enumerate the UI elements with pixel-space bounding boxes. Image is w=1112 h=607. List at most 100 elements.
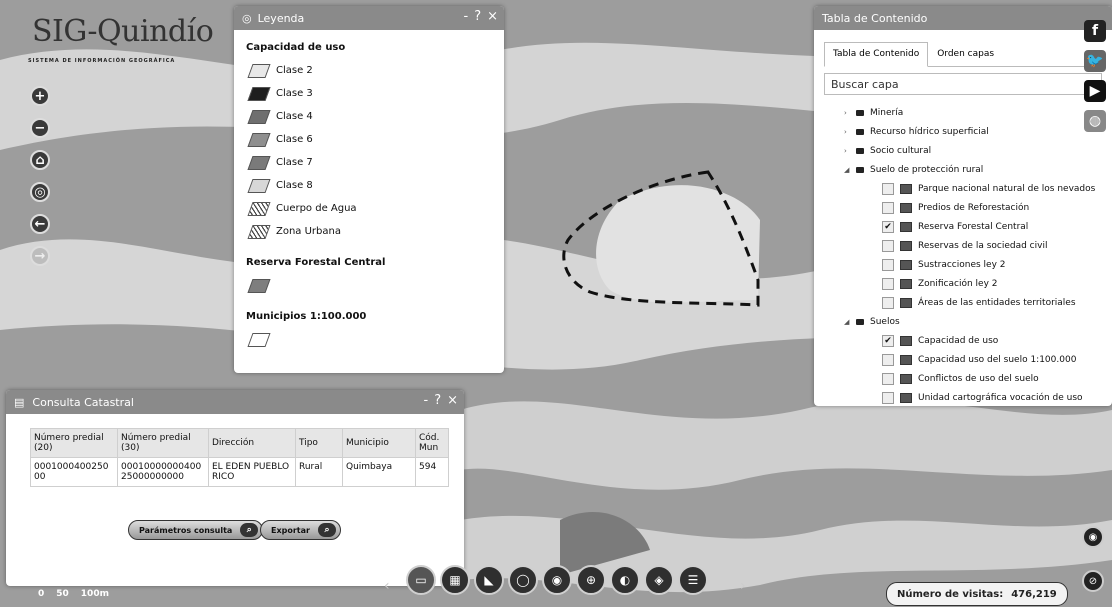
toc-layer[interactable]: Reservas de la sociedad civil (844, 236, 1112, 255)
expand-right-icon[interactable]: › (844, 109, 856, 117)
table-row[interactable]: 000100040025000 0001000000040025000000000… (30, 457, 449, 487)
zoom-in-button[interactable]: + (30, 86, 50, 106)
draw-tool-button[interactable]: ◯ (508, 565, 538, 595)
globe-button[interactable]: ◉ (1082, 526, 1104, 548)
visits-value: 476,219 (1011, 588, 1057, 600)
back-button[interactable]: ← (30, 214, 50, 234)
legend-swatch-icon (247, 86, 271, 101)
grid-tool-button[interactable]: ▦ (440, 565, 470, 595)
table-header[interactable]: Municipio (342, 428, 416, 458)
legend-item-label: Clase 3 (276, 88, 313, 99)
print-tool-button[interactable]: ◈ (644, 565, 674, 595)
forward-button[interactable]: → (30, 246, 50, 266)
layer-checkbox[interactable] (882, 258, 894, 271)
layer-checkbox[interactable] (882, 182, 894, 195)
toc-group[interactable]: › Recurso hídrico superficial (844, 122, 1112, 141)
legend-header[interactable]: ◎ Leyenda - ? × (234, 6, 504, 30)
exportar-label: Exportar (271, 525, 310, 535)
toc-layer[interactable]: Zonificación ley 2 (844, 274, 1112, 293)
legend-section-title: Capacidad de uso (246, 42, 346, 53)
catastral-panel: ▤ Consulta Catastral - ? × Número predia… (6, 390, 464, 586)
help-button[interactable]: ? (474, 9, 481, 24)
home-button[interactable]: ⌂ (30, 150, 50, 170)
search-layer-input[interactable]: Buscar capa ⌕ (824, 73, 1102, 95)
layers-tool-button[interactable]: ▭ (406, 565, 436, 595)
toolbar-prev-icon[interactable]: ‹ (384, 578, 390, 594)
tab-tabla-contenido[interactable]: Tabla de Contenido (824, 42, 929, 67)
toc-layer[interactable]: Conflictos de uso del suelo (844, 369, 1112, 388)
minimize-button[interactable]: - (423, 393, 428, 408)
minimize-button[interactable]: - (463, 9, 468, 24)
legend-item: Clase 7 (246, 151, 492, 174)
locate-button[interactable]: ◎ (30, 182, 50, 202)
legend-item: Clase 2 (246, 59, 492, 82)
expand-down-icon[interactable]: ◢ (844, 166, 856, 174)
toc-group[interactable]: ◢ Suelos (844, 312, 1112, 331)
toc-layer[interactable]: ✔ Reserva Forestal Central (844, 217, 1112, 236)
measure-tool-button[interactable]: ◣ (474, 565, 504, 595)
legend-panel: ◎ Leyenda - ? × Capacidad de uso Clase 2… (234, 6, 504, 373)
layer-image-icon (900, 297, 912, 308)
legend-section-title: Reserva Forestal Central (246, 257, 386, 268)
table-header[interactable]: Dirección (208, 428, 296, 458)
youtube-icon[interactable]: ▶ (1084, 80, 1106, 102)
catastral-header[interactable]: ▤ Consulta Catastral - ? × (6, 390, 464, 414)
table-header[interactable]: Número predial (30) (117, 428, 209, 458)
folder-icon (856, 318, 864, 325)
table-header[interactable]: Cód. Mun (415, 428, 449, 458)
facebook-icon[interactable]: f (1084, 20, 1106, 42)
legend-item-label: Clase 8 (276, 180, 313, 191)
identify-tool-button[interactable]: ◉ (542, 565, 572, 595)
legend-item: Zona Urbana (246, 220, 492, 243)
logo-subtitle: SISTEMA DE INFORMACIÓN GEOGRÁFICA (28, 58, 176, 64)
layer-checkbox[interactable] (882, 372, 894, 385)
twitter-icon[interactable]: 🐦 (1084, 50, 1106, 72)
layer-checkbox[interactable] (882, 201, 894, 214)
layer-checkbox[interactable] (882, 239, 894, 252)
globe-tool-button[interactable]: ◐ (610, 565, 640, 595)
expand-down-icon[interactable]: ◢ (844, 318, 856, 326)
legend-title: Leyenda (257, 11, 305, 25)
toc-group[interactable]: ◢ Suelo de protección rural (844, 160, 1112, 179)
map-share-icon[interactable]: ◍ (1084, 110, 1106, 132)
table-header[interactable]: Tipo (295, 428, 343, 458)
layer-checkbox[interactable]: ✔ (882, 220, 894, 233)
toc-layer[interactable]: ✔ Capacidad de uso (844, 331, 1112, 350)
toc-layer[interactable]: Parque nacional natural de los nevados (844, 179, 1112, 198)
list-tool-button[interactable]: ☰ (678, 565, 708, 595)
toc-layer[interactable]: Áreas de las entidades territoriales (844, 293, 1112, 312)
expand-right-icon[interactable]: › (844, 128, 856, 136)
toc-layer[interactable]: Predios de Reforestación (844, 198, 1112, 217)
parametros-consulta-button[interactable]: Parámetros consulta ⌕ (128, 520, 264, 540)
help-button[interactable]: ? (434, 393, 441, 408)
toc-layer-label: Sustracciones ley 2 (918, 259, 1006, 270)
exportar-button[interactable]: Exportar ⌕ (260, 520, 341, 540)
layer-checkbox[interactable] (882, 296, 894, 309)
toc-group[interactable]: › Minería (844, 103, 1112, 122)
toc-layer[interactable]: Unidad cartográfica vocación de uso (844, 388, 1112, 406)
close-button[interactable]: × (487, 9, 498, 24)
search-tool-button[interactable]: ⊕ (576, 565, 606, 595)
toc-layer-label: Unidad cartográfica vocación de uso (918, 392, 1083, 403)
hide-eye-icon[interactable]: ⊘ (1082, 570, 1104, 592)
tab-orden-capas[interactable]: Orden capas (928, 42, 1003, 66)
layer-image-icon (900, 221, 912, 232)
toc-layer-label: Conflictos de uso del suelo (918, 373, 1039, 384)
table-cell: 000100040025000 (30, 457, 118, 487)
table-header[interactable]: Número predial (20) (30, 428, 118, 458)
layer-checkbox[interactable] (882, 391, 894, 404)
toc-layer[interactable]: Capacidad uso del suelo 1:100.000 (844, 350, 1112, 369)
layer-checkbox[interactable] (882, 353, 894, 366)
expand-right-icon[interactable]: › (844, 147, 856, 155)
toolbar-next-icon[interactable]: › (740, 578, 746, 594)
table-cell: 594 (415, 457, 449, 487)
layer-checkbox[interactable] (882, 277, 894, 290)
toc-header[interactable]: Tabla de Contenido (814, 6, 1112, 30)
legend-item: Clase 4 (246, 105, 492, 128)
close-button[interactable]: × (447, 393, 458, 408)
toc-group[interactable]: › Socio cultural (844, 141, 1112, 160)
layer-checkbox[interactable]: ✔ (882, 334, 894, 347)
toc-layer[interactable]: Sustracciones ley 2 (844, 255, 1112, 274)
municipio-swatch-icon (247, 332, 271, 347)
zoom-out-button[interactable]: − (30, 118, 50, 138)
